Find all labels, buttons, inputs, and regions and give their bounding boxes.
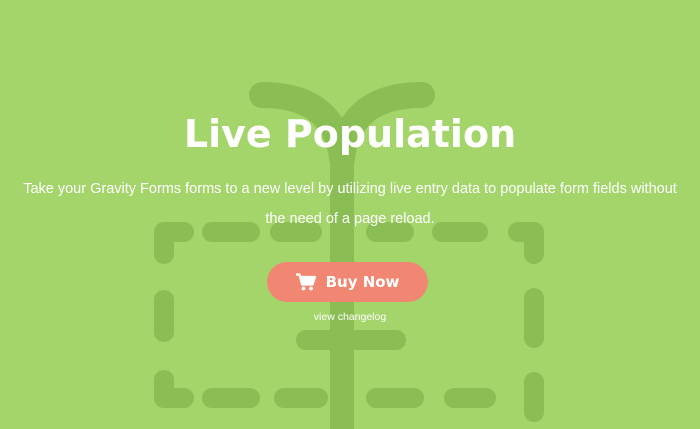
view-changelog-link[interactable]: view changelog bbox=[250, 310, 450, 324]
shopping-cart-icon bbox=[295, 273, 316, 291]
hero-section: Live Population Take your Gravity Forms … bbox=[0, 0, 700, 429]
description-line-2: the need of a page reload. bbox=[265, 211, 435, 227]
hero-content: Live Population Take your Gravity Forms … bbox=[0, 0, 700, 429]
description-line-1: Take your Gravity Forms forms to a new l… bbox=[23, 181, 677, 197]
page-title: Live Population bbox=[183, 112, 517, 156]
buy-now-button[interactable]: Buy Now bbox=[267, 262, 428, 302]
buy-now-label: Buy Now bbox=[325, 273, 400, 291]
hero-description: Take your Gravity Forms forms to a new l… bbox=[0, 174, 700, 234]
